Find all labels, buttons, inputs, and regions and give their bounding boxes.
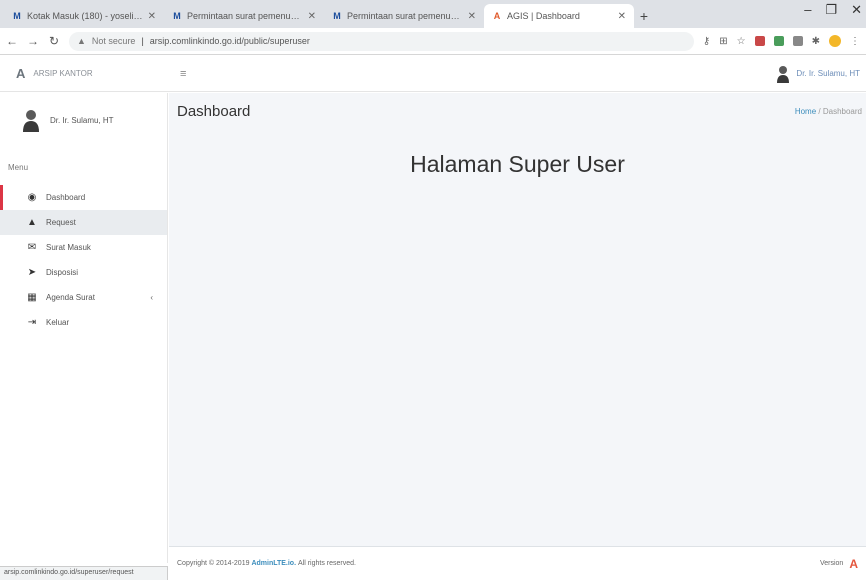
sidebar-item-agenda-surat[interactable]: ▦ Agenda Surat ‹: [0, 285, 167, 310]
sidebar-item-label: Dashboard: [46, 193, 86, 202]
browser-tab-3[interactable]: M Permintaan surat pemenuhan - ... ✕: [324, 4, 484, 28]
window-controls: – ❐ ✕: [804, 2, 862, 18]
link-status-url: arsip.comlinkindo.go.id/superuser/reques…: [0, 566, 168, 580]
tab-title: Kotak Masuk (180) - yoseliasti...: [27, 11, 144, 21]
extension-green-icon[interactable]: [773, 36, 784, 46]
brand-text: ARSIP KANTOR: [33, 69, 93, 78]
brand-logo-icon: A: [16, 66, 26, 81]
header-user[interactable]: Dr. Ir. Sulamu, HT: [776, 65, 860, 83]
sidebar-item-dashboard[interactable]: ◉ Dashboard: [0, 185, 167, 210]
header-user-name: Dr. Ir. Sulamu, HT: [796, 69, 860, 78]
user-avatar-icon: [777, 65, 790, 83]
profile-avatar-icon[interactable]: [829, 35, 841, 47]
new-tab-button[interactable]: +: [634, 4, 654, 28]
logout-icon: ⇥: [27, 317, 37, 328]
breadcrumb-home-link[interactable]: Home: [795, 107, 816, 116]
sidebar: Dr. Ir. Sulamu, HT Menu ◉ Dashboard ▲ Re…: [0, 93, 168, 563]
reload-icon[interactable]: ↻: [48, 34, 60, 48]
sidebar-item-label: Keluar: [46, 318, 70, 327]
extension-red-icon[interactable]: [754, 36, 765, 46]
footer-brand-link[interactable]: AdminLTE.io.: [251, 560, 296, 567]
sidebar-item-disposisi[interactable]: ➤ Disposisi: [0, 260, 167, 285]
rights-text: All rights reserved.: [297, 560, 356, 567]
version-info: Version A: [820, 557, 858, 571]
close-tab-icon[interactable]: ✕: [618, 11, 626, 22]
sidebar-menu: ◉ Dashboard ▲ Request ✉ Surat Masuk ➤ Di…: [0, 185, 167, 335]
app-logo-icon: A: [849, 556, 858, 571]
sidebar-item-label: Agenda Surat: [46, 293, 95, 302]
menu-heading: Menu: [8, 163, 29, 172]
address-separator: |: [141, 36, 144, 46]
sidebar-item-surat-masuk[interactable]: ✉ Surat Masuk: [0, 235, 167, 260]
not-secure-icon[interactable]: ▲: [77, 36, 86, 46]
calendar-icon: ▦: [27, 292, 37, 303]
star-icon[interactable]: ☆: [737, 36, 746, 47]
sidebar-user-name: Dr. Ir. Sulamu, HT: [50, 115, 114, 125]
close-window-button[interactable]: ✕: [851, 2, 862, 18]
browser-menu-icon[interactable]: ⋮: [850, 36, 860, 47]
breadcrumb: Home / Dashboard: [795, 107, 862, 116]
url-text[interactable]: arsip.comlinkindo.go.id/public/superuser: [150, 36, 310, 46]
browser-toolbar: ← → ↻ ▲ Not secure | arsip.comlinkindo.g…: [0, 28, 866, 55]
chevron-left-icon[interactable]: ‹: [150, 293, 153, 302]
address-bar[interactable]: ▲ Not secure | arsip.comlinkindo.go.id/p…: [69, 31, 694, 51]
gmail-favicon-icon: M: [173, 11, 181, 21]
breadcrumb-current: Dashboard: [822, 107, 862, 116]
extension-grey-icon[interactable]: [792, 36, 803, 46]
not-secure-label: Not secure: [91, 36, 136, 46]
send-icon: ➤: [27, 267, 37, 278]
sidebar-item-label: Request: [46, 218, 76, 227]
version-label: Version: [819, 560, 844, 567]
browser-tab-2[interactable]: M Permintaan surat pemenuhan - Gmail ✕: [164, 4, 324, 28]
puzzle-icon[interactable]: ✱: [812, 36, 820, 47]
menu-toggle-icon[interactable]: ≡: [180, 68, 186, 80]
forward-arrow-icon[interactable]: →: [27, 34, 39, 48]
close-tab-icon[interactable]: ✕: [148, 11, 156, 22]
sidebar-item-keluar[interactable]: ⇥ Keluar: [0, 310, 167, 335]
inbox-icon: ✉: [27, 242, 37, 253]
browser-tab-active[interactable]: A AGIS | Dashboard ✕: [484, 4, 634, 28]
sidebar-user-panel[interactable]: Dr. Ir. Sulamu, HT: [0, 93, 167, 137]
sidebar-item-label: Disposisi: [46, 268, 79, 277]
tab-title: Permintaan surat pemenuhan - Gmail: [187, 11, 304, 21]
back-arrow-icon[interactable]: ←: [6, 34, 18, 48]
sidebar-item-label: Surat Masuk: [46, 243, 91, 252]
bell-icon: ▲: [27, 217, 37, 228]
page-title: Dashboard: [177, 103, 251, 120]
breadcrumb-separator: /: [818, 107, 821, 116]
extension-icons: ⚷ ⊞ ☆ ✱ ⋮: [703, 35, 860, 47]
sidebar-item-request[interactable]: ▲ Request: [0, 210, 167, 235]
site-favicon-icon: A: [493, 11, 501, 21]
brand[interactable]: A ARSIP KANTOR: [0, 66, 168, 81]
content-area: Dashboard Home / Dashboard Halaman Super…: [169, 93, 866, 546]
maximize-button[interactable]: ❐: [825, 2, 837, 18]
gmail-favicon-icon: M: [333, 11, 341, 21]
tab-title: Permintaan surat pemenuhan - ...: [347, 11, 464, 21]
user-avatar-icon: [23, 110, 39, 132]
tab-title: AGIS | Dashboard: [507, 11, 580, 21]
browser-tab-1[interactable]: M Kotak Masuk (180) - yoseliasti... ✕: [4, 4, 164, 28]
gmail-favicon-icon: M: [13, 11, 21, 21]
key-icon[interactable]: ⚷: [703, 36, 710, 47]
close-tab-icon[interactable]: ✕: [468, 11, 476, 22]
dashboard-icon: ◉: [27, 192, 37, 203]
browser-tab-strip: M Kotak Masuk (180) - yoseliasti... ✕ M …: [0, 0, 866, 28]
minimize-button[interactable]: –: [804, 2, 811, 18]
footer: Copyright © 2014-2019 AdminLTE.io. All r…: [169, 546, 866, 580]
hero-heading: Halaman Super User: [410, 151, 625, 177]
translate-icon[interactable]: ⊞: [719, 36, 727, 47]
app-header: A ARSIP KANTOR ≡ Dr. Ir. Sulamu, HT: [0, 56, 866, 92]
close-tab-icon[interactable]: ✕: [308, 11, 316, 22]
copyright-text: Copyright © 2014-2019: [177, 560, 250, 567]
